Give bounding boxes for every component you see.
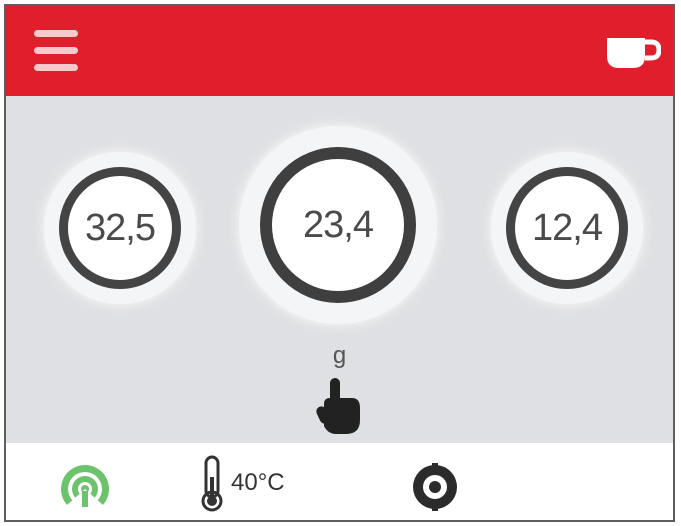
dosing-panel: 32,5 23,4 12,4 g: [6, 96, 673, 443]
gauge-ring: 12,4: [506, 167, 628, 289]
connectivity-button[interactable]: [56, 459, 114, 513]
wireless-signal-icon: [58, 465, 112, 513]
gauge-value: 12,4: [532, 206, 603, 249]
menu-button[interactable]: [30, 28, 84, 74]
header-bar: [6, 6, 673, 96]
dose-gauge-right[interactable]: 12,4: [491, 152, 643, 304]
gauge-value: 32,5: [85, 206, 156, 249]
thermometer-icon: [201, 455, 223, 512]
gauge-ring: 23,4: [260, 147, 416, 303]
grind-knob-icon: [413, 463, 457, 511]
coffee-cup-button[interactable]: [603, 32, 662, 72]
grind-settings-button[interactable]: [409, 461, 461, 513]
gauge-value: 23,4: [303, 203, 374, 246]
temperature-readout: 40°C: [199, 453, 285, 513]
dose-gauge-left[interactable]: 32,5: [44, 152, 196, 304]
coffee-cup-icon: [607, 38, 662, 68]
dose-gauge-center[interactable]: 23,4: [239, 126, 437, 324]
app-screen: 32,5 23,4 12,4 g 40°C: [4, 4, 675, 522]
temperature-value: 40°C: [231, 469, 285, 496]
tap-hint[interactable]: [314, 376, 364, 436]
gauge-ring: 32,5: [59, 167, 181, 289]
unit-label: g: [332, 342, 347, 369]
status-bar: 40°C: [6, 443, 673, 520]
pointing-hand-icon: [316, 378, 360, 434]
